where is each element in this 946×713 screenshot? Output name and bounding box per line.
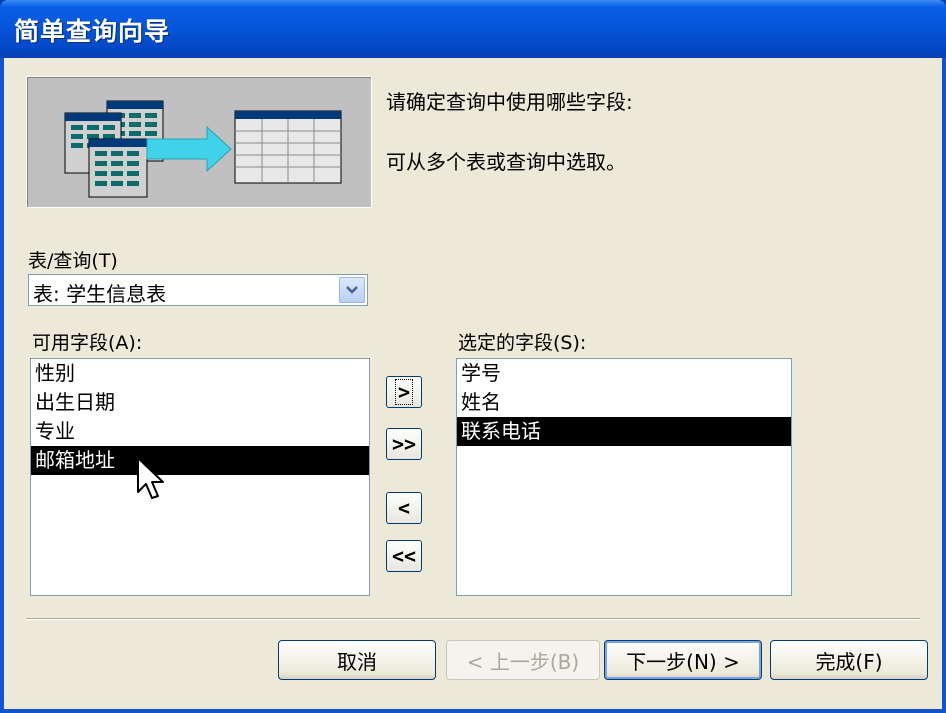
finish-label: 完成(F) [815, 649, 883, 674]
chevron-down-icon[interactable] [339, 277, 365, 303]
available-fields-list[interactable]: 性别 出生日期 专业 邮箱地址 [30, 358, 370, 596]
title-bar[interactable]: 简单查询向导 [0, 0, 946, 58]
cancel-label: 取消 [337, 649, 377, 674]
available-fields-label: 可用字段(A): [32, 332, 143, 354]
remove-field-button[interactable]: < [386, 492, 422, 524]
footer-divider [26, 618, 920, 620]
add-field-label: > [394, 379, 414, 405]
table-query-select[interactable]: 表: 学生信息表 [28, 274, 368, 306]
table-query-label: 表/查询(T) [28, 250, 118, 272]
list-item[interactable]: 姓名 [457, 388, 791, 417]
add-all-fields-button[interactable]: >> [386, 428, 422, 460]
prompt-line-1: 请确定查询中使用哪些字段: [386, 90, 633, 114]
list-item-selected[interactable]: 邮箱地址 [31, 446, 369, 475]
selected-fields-label: 选定的字段(S): [458, 332, 587, 354]
back-label: < 上一步(B) [466, 649, 580, 674]
prompt-line-2: 可从多个表或查询中选取。 [386, 150, 626, 174]
list-item[interactable]: 专业 [31, 417, 369, 446]
next-label: 下一步(N) > [626, 649, 740, 674]
wizard-window: 简单查询向导 请确定查询中使用哪些字段: 可从多个表或查询中选取。 表/查询(T… [0, 0, 946, 713]
window-title: 简单查询向导 [14, 17, 171, 46]
remove-all-label: << [391, 544, 417, 568]
list-item[interactable]: 出生日期 [31, 388, 369, 417]
remove-field-label: < [397, 496, 411, 520]
wizard-illustration [26, 76, 372, 208]
cancel-button[interactable]: 取消 [278, 640, 436, 680]
remove-all-fields-button[interactable]: << [386, 540, 422, 572]
list-item[interactable]: 性别 [31, 359, 369, 388]
add-field-button[interactable]: > [386, 376, 422, 408]
add-all-label: >> [391, 432, 417, 456]
finish-button[interactable]: 完成(F) [770, 640, 928, 680]
back-button[interactable]: < 上一步(B) [446, 640, 600, 680]
next-button[interactable]: 下一步(N) > [604, 640, 762, 680]
table-query-value: 表: 学生信息表 [33, 282, 167, 306]
tables-to-query-icon [64, 100, 342, 198]
list-item-selected[interactable]: 联系电话 [457, 417, 791, 446]
selected-fields-list[interactable]: 学号 姓名 联系电话 [456, 358, 792, 596]
mouse-pointer-icon [136, 456, 166, 506]
list-item[interactable]: 学号 [457, 359, 791, 388]
